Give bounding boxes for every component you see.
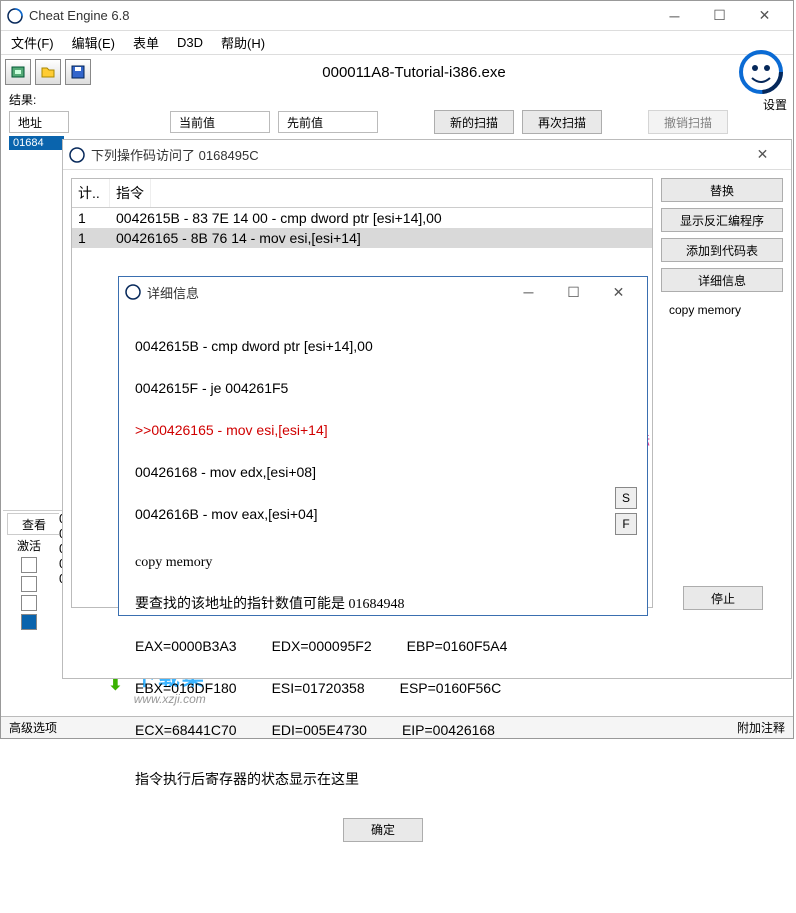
- opcode-title: 下列操作码访问了 0168495C: [91, 145, 740, 164]
- reg-edx: EDX=000095F2: [272, 636, 372, 657]
- show-disassembler-button[interactable]: 显示反汇编程序: [661, 208, 783, 232]
- f-button[interactable]: F: [615, 513, 637, 535]
- asm-line: 0042615F - je 004261F5: [135, 378, 631, 399]
- col-address[interactable]: 地址: [9, 111, 69, 133]
- copy-memory-label: copy memory: [661, 298, 783, 322]
- detail-button[interactable]: 详细信息: [661, 268, 783, 292]
- settings-label[interactable]: 设置: [763, 96, 787, 113]
- op-count: 1: [78, 210, 116, 226]
- activate-checkbox[interactable]: [21, 557, 37, 573]
- main-title: Cheat Engine 6.8: [29, 8, 652, 23]
- menu-d3d[interactable]: D3D: [177, 35, 203, 50]
- activate-column: 激活: [3, 537, 55, 633]
- maximize-button[interactable]: ☐: [697, 2, 742, 30]
- menu-edit[interactable]: 编辑(E): [72, 33, 115, 52]
- columns-and-buttons: 地址 当前值 先前值 新的扫描 再次扫描 撤销扫描: [1, 110, 793, 134]
- asm-line-highlight: >>00426165 - mov esi,[esi+14]: [135, 420, 631, 441]
- detail-title: 详细信息: [147, 283, 506, 302]
- asm-line: 00426168 - mov edx,[esi+08]: [135, 462, 631, 483]
- open-process-button[interactable]: [5, 59, 31, 85]
- open-file-button[interactable]: [35, 59, 61, 85]
- col-previous[interactable]: 先前值: [278, 111, 378, 133]
- reg-ecx: ECX=68441C70: [135, 720, 237, 741]
- undo-scan-button[interactable]: 撤销扫描: [648, 110, 728, 134]
- col-current[interactable]: 当前值: [170, 111, 270, 133]
- app-icon: [7, 8, 23, 24]
- op-instruction: 00426165 - 8B 76 14 - mov esi,[esi+14]: [116, 230, 361, 246]
- status-left[interactable]: 高级选项: [9, 719, 57, 736]
- col-instruction[interactable]: 指令: [110, 179, 151, 207]
- close-button[interactable]: ✕: [742, 2, 787, 30]
- copy-memory-text: copy memory: [135, 552, 631, 573]
- menu-bar: 文件(F) 编辑(E) 表单 D3D 帮助(H): [1, 31, 793, 55]
- reg-edi: EDI=005E4730: [272, 720, 367, 741]
- op-count: 1: [78, 230, 116, 246]
- s-button[interactable]: S: [615, 487, 637, 509]
- opcode-title-addr: 0168495C: [199, 148, 259, 163]
- app-icon: [125, 284, 141, 300]
- opcode-row[interactable]: 1 0042615B - 83 7E 14 00 - cmp dword ptr…: [72, 208, 652, 228]
- main-titlebar[interactable]: Cheat Engine 6.8 ─ ☐ ✕: [1, 1, 793, 31]
- op-instruction: 0042615B - 83 7E 14 00 - cmp dword ptr […: [116, 210, 442, 226]
- results-label: 结果:: [1, 89, 793, 110]
- stop-button[interactable]: 停止: [683, 586, 763, 610]
- save-button[interactable]: [65, 59, 91, 85]
- register-note: 指令执行后寄存器的状态显示在这里: [135, 770, 631, 791]
- replace-button[interactable]: 替换: [661, 178, 783, 202]
- opcode-row[interactable]: 1 00426165 - 8B 76 14 - mov esi,[esi+14]: [72, 228, 652, 248]
- reg-esi: ESI=01720358: [272, 678, 365, 699]
- col-count[interactable]: 计..: [72, 179, 110, 207]
- detail-minimize-button[interactable]: ─: [506, 278, 551, 306]
- new-scan-button[interactable]: 新的扫描: [434, 110, 514, 134]
- selected-address[interactable]: 01684: [9, 136, 64, 150]
- next-scan-button[interactable]: 再次扫描: [522, 110, 602, 134]
- reg-ebp: EBP=0160F5A4: [407, 636, 508, 657]
- add-to-codelist-button[interactable]: 添加到代码表: [661, 238, 783, 262]
- opcode-close-button[interactable]: ✕: [740, 141, 785, 169]
- menu-table[interactable]: 表单: [133, 33, 159, 52]
- big-logo-icon[interactable]: [737, 48, 785, 96]
- detail-close-button[interactable]: ✕: [596, 278, 641, 306]
- pointer-hint: 要查找的该地址的指针数值可能是 01684948: [135, 594, 631, 615]
- view-memory-button[interactable]: 查看: [7, 513, 61, 535]
- menu-file[interactable]: 文件(F): [11, 33, 54, 52]
- activate-checkbox[interactable]: [21, 576, 37, 592]
- activate-checkbox[interactable]: [21, 595, 37, 611]
- detail-maximize-button[interactable]: ☐: [551, 278, 596, 306]
- asm-line: 0042615B - cmp dword ptr [esi+14],00: [135, 336, 631, 357]
- reg-ebx: EBX=016DF180: [135, 678, 237, 699]
- reg-eip: EIP=00426168: [402, 720, 495, 741]
- app-icon: [69, 147, 85, 163]
- minimize-button[interactable]: ─: [652, 2, 697, 30]
- reg-esp: ESP=0160F56C: [400, 678, 502, 699]
- opcode-title-prefix: 下列操作码访问了: [91, 148, 199, 163]
- activate-header: 激活: [3, 537, 55, 554]
- opcode-side-buttons: 替换 显示反汇编程序 添加到代码表 详细信息 copy memory: [653, 178, 783, 608]
- detail-titlebar[interactable]: 详细信息 ─ ☐ ✕: [119, 277, 647, 307]
- status-right[interactable]: 附加注释: [737, 719, 785, 736]
- reg-eax: EAX=0000B3A3: [135, 636, 237, 657]
- activate-checkbox[interactable]: [21, 614, 37, 630]
- detail-body: 0042615B - cmp dword ptr [esi+14],00 004…: [119, 307, 647, 913]
- opcode-titlebar[interactable]: 下列操作码访问了 0168495C ✕: [63, 140, 791, 170]
- toolbar: 000011A8-Tutorial-i386.exe: [1, 55, 793, 89]
- asm-line: 0042616B - mov eax,[esi+04]: [135, 504, 631, 525]
- menu-help[interactable]: 帮助(H): [221, 33, 265, 52]
- process-name: 000011A8-Tutorial-i386.exe: [95, 64, 733, 81]
- detail-window: 详细信息 ─ ☐ ✕ 0042615B - cmp dword ptr [esi…: [118, 276, 648, 616]
- ok-button[interactable]: 确定: [343, 818, 423, 842]
